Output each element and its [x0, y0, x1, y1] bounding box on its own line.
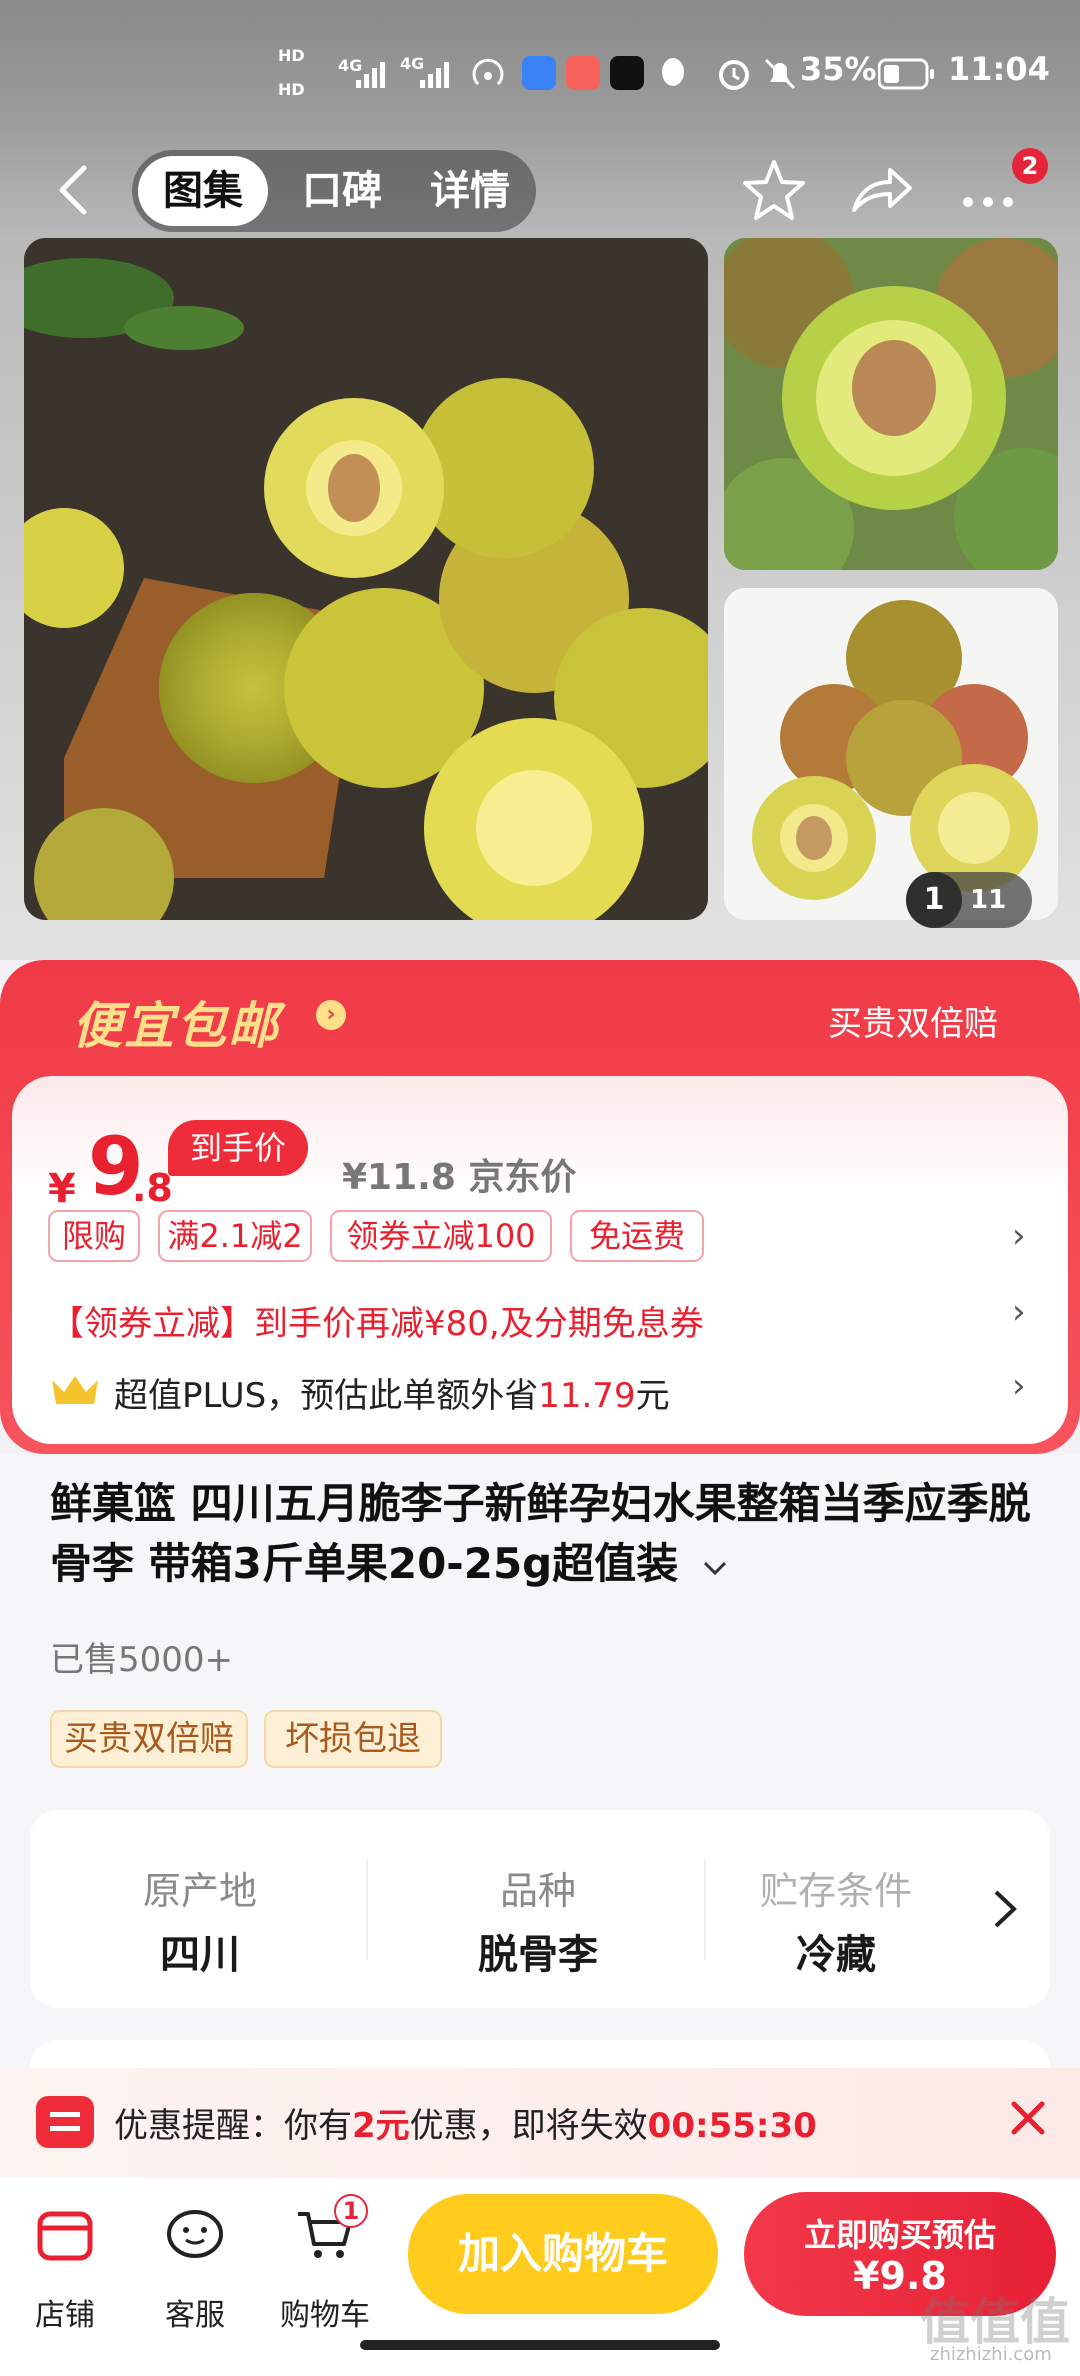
view-tabs: 图集 口碑 详情 [132, 150, 536, 232]
product-title-text: 鲜菓篮 四川五月脆李子新鲜孕妇水果整箱当季应季脱骨李 带箱3斤单果20-25g超… [50, 1479, 1031, 1588]
tab-reviews[interactable]: 口碑 [282, 150, 402, 232]
discount-reminder-bar[interactable]: 优惠提醒：你有2元优惠，即将失效00:55:30 [0, 2068, 1080, 2178]
add-to-cart-button[interactable]: 加入购物车 [408, 2194, 718, 2314]
expand-chevron-icon[interactable] [701, 1558, 729, 1578]
chevron-right-icon[interactable] [990, 1886, 1020, 1932]
reminder-text: 优惠提醒：你有2元优惠，即将失效00:55:30 [114, 2098, 817, 2147]
price-currency: ¥ [48, 1166, 76, 1212]
price-guarantee-label[interactable]: 买贵双倍赔 [828, 996, 998, 1045]
coupon-info[interactable]: 【领券立减】到手价再减¥80,及分期免息券 [50, 1296, 704, 1345]
cart-badge: 1 [334, 2194, 368, 2228]
shop-label: 店铺 [35, 2298, 95, 2333]
product-image-main[interactable] [24, 238, 708, 920]
product-image-thumb-1[interactable] [724, 238, 1058, 570]
cart-button[interactable]: 1 购物车 [270, 2194, 380, 2333]
promo-card: 便宜包邮 › 买贵双倍赔 ¥ 9 .8 到手价 ¥11.8 京东价 限购 满2.… [0, 960, 1080, 1454]
signal-icon-2 [420, 62, 449, 88]
product-image-thumb-2[interactable] [724, 588, 1058, 920]
battery-percent: 35% [800, 50, 877, 88]
plus-savings-amount: 11.79 [538, 1376, 636, 1416]
spec-item: 贮存条件 冷藏 [706, 1810, 966, 2008]
alarm-icon [719, 60, 749, 90]
promo-tag: 限购 [48, 1210, 140, 1262]
shop-icon [37, 2211, 93, 2261]
spec-item: 原产地 四川 [30, 1810, 370, 2008]
mail-notification-icon [566, 56, 600, 90]
promo-arrow-icon[interactable]: › [316, 1000, 346, 1030]
spec-key: 品种 [499, 1869, 576, 1913]
promo-title[interactable]: 便宜包邮 [72, 986, 280, 1058]
buy-now-label: 立即购买预估 [803, 2216, 996, 2254]
spec-value: 冷藏 [796, 1932, 876, 1978]
close-icon[interactable] [1004, 2094, 1052, 2142]
crown-icon [52, 1376, 98, 1404]
tiktok-icon [610, 56, 644, 90]
guarantee-tag[interactable]: 坏损包退 [264, 1710, 442, 1768]
share-icon[interactable] [846, 154, 918, 226]
hd-label-1: HD [278, 46, 305, 65]
watermark-url: zhizhizhi.com [930, 2344, 1052, 2365]
spec-item: 品种 脱骨李 [368, 1810, 708, 2008]
customer-service-icon [167, 2210, 223, 2258]
customer-service-label: 客服 [165, 2298, 225, 2333]
mute-bell-icon [764, 58, 796, 90]
nav-bar: 图集 口碑 详情 2 [0, 140, 1080, 240]
plus-savings-prefix: 超值PLUS，预估此单额外省 [114, 1376, 539, 1416]
qq-icon [662, 58, 684, 86]
spec-value: 四川 [160, 1932, 240, 1978]
gallery-total-pages: 11 [970, 885, 1007, 915]
shop-button[interactable]: 店铺 [10, 2194, 120, 2333]
tab-details[interactable]: 详情 [410, 150, 530, 232]
hd-label-2: HD [278, 80, 305, 99]
sold-count: 已售5000+ [50, 1640, 234, 1680]
home-indicator[interactable] [360, 2340, 720, 2350]
battery-icon [878, 58, 934, 90]
chevron-right-icon[interactable]: › [1012, 1292, 1026, 1332]
tab-gallery[interactable]: 图集 [138, 156, 268, 226]
app-notification-icon [522, 56, 556, 90]
cart-label: 购物车 [280, 2298, 370, 2333]
reminder-countdown: 00:55:30 [647, 2106, 817, 2146]
chevron-right-icon[interactable]: › [1012, 1366, 1026, 1406]
spec-value: 脱骨李 [478, 1932, 598, 1978]
back-arrow-icon[interactable] [52, 164, 96, 216]
price-decimal: .8 [132, 1166, 173, 1210]
promo-tag: 免运费 [570, 1210, 704, 1262]
clock: 11:04 [948, 50, 1050, 88]
hotspot-icon [472, 58, 504, 86]
gallery-pager: 1 11 [906, 872, 1032, 928]
more-badge: 2 [1012, 148, 1048, 184]
customer-service-button[interactable]: 客服 [140, 2194, 250, 2333]
status-bar: HD HD 4G 4G 35% 11:04 [0, 0, 1080, 140]
spec-key: 贮存条件 [759, 1869, 912, 1913]
final-price-tag: 到手价 [168, 1120, 308, 1176]
price-panel: ¥ 9 .8 到手价 ¥11.8 京东价 限购 满2.1减2 领券立减100 免… [12, 1076, 1068, 1444]
chevron-right-icon[interactable]: › [1012, 1216, 1026, 1256]
spec-card[interactable]: 原产地 四川 品种 脱骨李 贮存条件 冷藏 [30, 1810, 1050, 2008]
promo-tag: 满2.1减2 [158, 1210, 312, 1262]
signal-icon [356, 62, 385, 88]
plus-savings-suffix: 元 [635, 1376, 670, 1416]
gallery-current-page: 1 [906, 872, 962, 928]
reminder-middle: 优惠，即将失效 [409, 2106, 648, 2146]
product-title[interactable]: 鲜菓篮 四川五月脆李子新鲜孕妇水果整箱当季应季脱骨李 带箱3斤单果20-25g超… [50, 1474, 1050, 1594]
coupon-icon [36, 2096, 94, 2148]
reminder-prefix: 优惠提醒：你有 [114, 2106, 352, 2146]
plus-savings[interactable]: 超值PLUS，预估此单额外省11.79元 [114, 1368, 670, 1417]
spec-key: 原产地 [142, 1869, 257, 1913]
promo-tag: 领券立减100 [330, 1210, 552, 1262]
reminder-amount: 2元 [352, 2106, 410, 2146]
reference-price: ¥11.8 京东价 [342, 1157, 577, 1198]
favorite-star-icon[interactable] [738, 154, 810, 226]
guarantee-tag[interactable]: 买贵双倍赔 [50, 1710, 248, 1768]
